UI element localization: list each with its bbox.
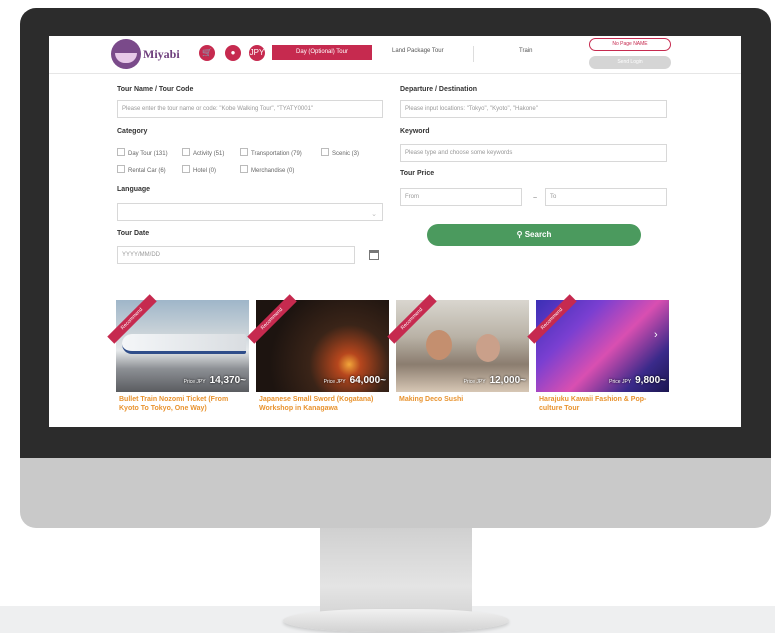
tour-card-price-value: 9,800~ bbox=[635, 375, 666, 386]
search-icon: ⚲ bbox=[516, 230, 525, 239]
category-checkbox-day-tour[interactable]: Day Tour (131) bbox=[117, 148, 168, 158]
monitor-stand bbox=[320, 525, 472, 613]
tour-card[interactable]: Recommend Price JPY 64,000~ Japanese Smal… bbox=[247, 294, 389, 427]
header-divider bbox=[473, 46, 474, 62]
site-header: Miyabi 🛒 ● JPY Day (Optional) Tour Land … bbox=[49, 36, 741, 74]
carousel-next-arrow-icon[interactable]: › bbox=[654, 329, 658, 341]
tour-card-price: Price JPY 64,000~ bbox=[324, 375, 386, 386]
tour-date-label: Tour Date bbox=[117, 230, 150, 237]
search-button-label: Search bbox=[524, 230, 552, 239]
tour-card-currency: Price JPY bbox=[609, 379, 632, 385]
category-checkbox-hotel[interactable]: Hotel (0) bbox=[182, 165, 216, 175]
cart-icon[interactable]: 🛒 bbox=[199, 45, 215, 61]
tour-card-currency: Price JPY bbox=[463, 379, 486, 385]
tour-name-label: Tour Name / Tour Code bbox=[117, 86, 194, 93]
category-checkbox-scenic[interactable]: Scenic (3) bbox=[321, 148, 359, 158]
keyword-label: Keyword bbox=[400, 128, 430, 135]
tour-date-input[interactable]: YYYY/MM/DD bbox=[117, 246, 355, 264]
price-to-input[interactable]: To bbox=[545, 188, 667, 206]
tour-card[interactable]: Recommend Price JPY 9,800~ Harajuku Kawai… bbox=[527, 294, 669, 427]
logo-icon[interactable] bbox=[111, 39, 141, 69]
nav-train[interactable]: Train bbox=[519, 48, 532, 54]
tour-card-price-value: 12,000~ bbox=[489, 375, 526, 386]
globe-icon[interactable]: ● bbox=[225, 45, 241, 61]
tour-card[interactable]: Recommend Price JPY 12,000~ Making Deco S… bbox=[387, 294, 529, 427]
tour-card-title[interactable]: Making Deco Sushi bbox=[399, 395, 527, 404]
calendar-icon[interactable] bbox=[369, 250, 379, 260]
tour-card-title[interactable]: Bullet Train Nozomi Ticket (From Kyoto T… bbox=[119, 395, 247, 413]
category-checkbox-transportation[interactable]: Transportation (79) bbox=[240, 148, 302, 158]
search-button[interactable]: ⚲ Search bbox=[427, 224, 641, 246]
tour-card-price-value: 64,000~ bbox=[349, 375, 386, 386]
departure-label: Departure / Destination bbox=[400, 86, 478, 93]
keyword-input[interactable]: Please type and choose some keywords bbox=[400, 144, 667, 162]
category-label: Category bbox=[117, 128, 148, 135]
screen: Miyabi 🛒 ● JPY Day (Optional) Tour Land … bbox=[49, 36, 741, 427]
chevron-down-icon: ⌄ bbox=[371, 211, 377, 218]
tour-card[interactable]: Recommend Price JPY 14,370~ Bullet Train … bbox=[107, 294, 249, 427]
tour-price-label: Tour Price bbox=[400, 170, 435, 177]
tour-card-title[interactable]: Japanese Small Sword (Kogatana) Workshop… bbox=[259, 395, 387, 413]
tour-card-price: Price JPY 12,000~ bbox=[464, 375, 526, 386]
tour-card-currency: Price JPY bbox=[323, 379, 346, 385]
logo-text[interactable]: Miyabi bbox=[143, 47, 180, 62]
monitor-illustration: Miyabi 🛒 ● JPY Day (Optional) Tour Land … bbox=[0, 0, 775, 633]
category-checkbox-activity[interactable]: Activity (51) bbox=[182, 148, 224, 158]
tour-card-title[interactable]: Harajuku Kawaii Fashion & Pop-culture To… bbox=[539, 395, 667, 413]
login-pill[interactable]: Send Login bbox=[589, 56, 671, 69]
nav-land-package-tour[interactable]: Land Package Tour bbox=[392, 48, 444, 54]
day-tour-button[interactable]: Day (Optional) Tour bbox=[272, 45, 372, 60]
currency-button[interactable]: JPY bbox=[249, 45, 265, 61]
tour-card-price: Price JPY 9,800~ bbox=[609, 375, 666, 386]
tour-name-input[interactable]: Please enter the tour name or code: "Kob… bbox=[117, 100, 383, 118]
monitor-base bbox=[283, 609, 509, 632]
category-checkbox-merchandise[interactable]: Merchandise (0) bbox=[240, 165, 294, 175]
category-checkbox-rental-car[interactable]: Rental Car (6) bbox=[117, 165, 166, 175]
tour-card-price-value: 14,370~ bbox=[209, 375, 246, 386]
price-from-input[interactable]: From bbox=[400, 188, 522, 206]
tour-card-price: Price JPY 14,370~ bbox=[184, 375, 246, 386]
language-label: Language bbox=[117, 186, 151, 193]
page-name-pill[interactable]: No Page NAME bbox=[589, 38, 671, 51]
tour-card-currency: Price JPY bbox=[183, 379, 206, 385]
language-select[interactable]: ⌄ bbox=[117, 203, 383, 221]
departure-input[interactable]: Please input locations: "Tokyo", "Kyoto"… bbox=[400, 100, 667, 118]
price-range-separator: ~ bbox=[533, 195, 538, 202]
